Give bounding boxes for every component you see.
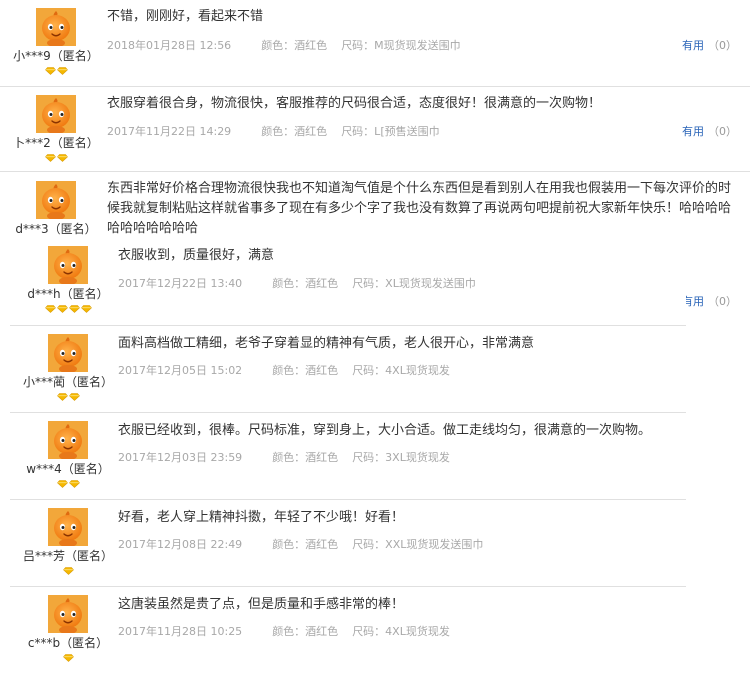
review-text: 面料高档做工精细，老爷子穿着显的精神有气质，老人很开心，非常满意 — [118, 336, 535, 351]
review-color: 颜色：酒红色 — [272, 538, 339, 551]
avatar-icon[interactable] — [48, 508, 88, 546]
diamond-icon — [57, 480, 68, 488]
reviewer-level — [8, 67, 104, 75]
review-meta: 2017年11月28日 10:25 颜色：酒红色 尺码：4XL现货现发 — [118, 623, 464, 639]
diamond-icon — [69, 393, 80, 401]
reviewer-name[interactable]: d***h（匿名） — [20, 287, 116, 302]
review-text: 好看，老人穿上精神抖擞，年轻了不少哦！好看！ — [118, 510, 405, 525]
useful-button[interactable]: 有用 （0） — [682, 123, 737, 139]
review-item: w***4（匿名） 衣服已经收到，很棒。尺码标准，穿到身上，大小合适。做工走线均… — [10, 412, 686, 500]
review-size: 尺码：M现货现发送围巾 — [341, 39, 461, 52]
review-item: d***h（匿名） 衣服收到，质量很好，满意 2017年12月22日 13:40… — [10, 238, 686, 326]
review-text: 不错，刚刚好，看起来不错 — [107, 9, 264, 24]
review-color: 颜色：酒红色 — [272, 451, 339, 464]
review-color: 颜色：酒红色 — [261, 39, 328, 52]
useful-count: （0） — [708, 125, 737, 138]
reviewer: 卜***2（匿名） — [8, 95, 104, 162]
avatar-icon[interactable] — [48, 595, 88, 633]
review-size: 尺码：4XL现货现发 — [352, 364, 450, 377]
review-text: 衣服穿着很合身，物流很快，客服推荐的尺码很合适，态度很好！很满意的一次购物！ — [107, 96, 602, 111]
review-size: 尺码：4XL现货现发 — [352, 625, 450, 638]
review-color: 颜色：酒红色 — [261, 125, 328, 138]
review-text: 东西非常好价格合理物流很快我也不知道淘气值是个什么东西但是看到别人在用我也假装用… — [107, 181, 732, 236]
review-date: 2017年11月28日 10:25 — [118, 625, 243, 638]
review-text: 这唐装虽然是贵了点，但是质量和手感非常的棒！ — [118, 597, 405, 612]
reviewer-name[interactable]: 吕***芳（匿名） — [20, 549, 116, 564]
review-date: 2017年11月22日 14:29 — [107, 125, 232, 138]
avatar-icon[interactable] — [48, 246, 88, 284]
diamond-icon — [63, 654, 74, 662]
reviewer-level — [8, 154, 104, 162]
review-text: 衣服已经收到，很棒。尺码标准，穿到身上，大小合适。做工走线均匀，很满意的一次购物… — [118, 423, 652, 438]
useful-count: （0） — [708, 39, 737, 52]
diamond-icon — [69, 305, 80, 313]
review-meta: 2017年11月22日 14:29 颜色：酒红色 尺码：L[预售送围巾 — [107, 123, 454, 139]
avatar-icon[interactable] — [48, 421, 88, 459]
reviewer-name[interactable]: 小***9（匿名） — [8, 49, 104, 64]
review-meta: 2017年12月08日 22:49 颜色：酒红色 尺码：XXL现货现发送围巾 — [118, 536, 497, 552]
reviewer-name[interactable]: d***3（匿名） — [8, 222, 104, 237]
review-list-overlay: d***h（匿名） 衣服收到，质量很好，满意 2017年12月22日 13:40… — [10, 238, 686, 674]
review-size: 尺码：XXL现货现发送围巾 — [352, 538, 484, 551]
review-meta: 2018年01月28日 12:56 颜色：酒红色 尺码：M现货现发送围巾 — [107, 37, 475, 53]
avatar-icon[interactable] — [36, 181, 76, 219]
reviewer: 小***蔺（匿名） — [20, 334, 116, 401]
useful-label[interactable]: 有用 — [682, 39, 704, 52]
review-meta: 2017年12月05日 15:02 颜色：酒红色 尺码：4XL现货现发 — [118, 362, 464, 378]
review-color: 颜色：酒红色 — [272, 277, 339, 290]
reviewer-level — [20, 654, 116, 662]
review-meta: 2017年12月22日 13:40 颜色：酒红色 尺码：XL现货现发送围巾 — [118, 275, 490, 291]
diamond-icon — [57, 154, 68, 162]
avatar-icon[interactable] — [36, 95, 76, 133]
review-size: 尺码：L[预售送围巾 — [341, 125, 440, 138]
reviewer: c***b（匿名） — [20, 595, 116, 662]
review-date: 2017年12月05日 15:02 — [118, 364, 243, 377]
review-item: 小***蔺（匿名） 面料高档做工精细，老爷子穿着显的精神有气质，老人很开心，非常… — [10, 325, 686, 413]
review-date: 2018年01月28日 12:56 — [107, 39, 232, 52]
review-size: 尺码：XL现货现发送围巾 — [352, 277, 476, 290]
reviewer-level — [20, 393, 116, 401]
reviewer-level — [20, 305, 116, 313]
reviewer: d***3（匿名） — [8, 181, 104, 237]
diamond-icon — [45, 67, 56, 75]
reviewer-name[interactable]: w***4（匿名） — [20, 462, 116, 477]
reviewer-name[interactable]: c***b（匿名） — [20, 636, 116, 651]
review-item: 小***9（匿名） 不错，刚刚好，看起来不错 2018年01月28日 12:56… — [0, 0, 750, 87]
review-size: 尺码：3XL现货现发 — [352, 451, 450, 464]
useful-button[interactable]: 有用 （0） — [682, 293, 737, 309]
useful-count: （0） — [708, 295, 737, 308]
review-text: 衣服收到，质量很好，满意 — [118, 248, 275, 263]
review-meta: 2017年12月03日 23:59 颜色：酒红色 尺码：3XL现货现发 — [118, 449, 464, 465]
reviewer: 吕***芳（匿名） — [20, 508, 116, 575]
review-item: 吕***芳（匿名） 好看，老人穿上精神抖擞，年轻了不少哦！好看！ 2017年12… — [10, 499, 686, 587]
diamond-icon — [45, 154, 56, 162]
diamond-icon — [57, 305, 68, 313]
avatar-icon[interactable] — [36, 8, 76, 46]
review-item: c***b（匿名） 这唐装虽然是贵了点，但是质量和手感非常的棒！ 2017年11… — [10, 586, 686, 674]
review-color: 颜色：酒红色 — [272, 364, 339, 377]
useful-label[interactable]: 有用 — [682, 125, 704, 138]
reviewer: 小***9（匿名） — [8, 8, 104, 75]
avatar-icon[interactable] — [48, 334, 88, 372]
review-date: 2017年12月22日 13:40 — [118, 277, 243, 290]
reviewer-name[interactable]: 小***蔺（匿名） — [20, 375, 116, 390]
reviewer: d***h（匿名） — [20, 246, 116, 313]
review-date: 2017年12月08日 22:49 — [118, 538, 243, 551]
review-color: 颜色：酒红色 — [272, 625, 339, 638]
reviewer: w***4（匿名） — [20, 421, 116, 488]
reviewer-name[interactable]: 卜***2（匿名） — [8, 136, 104, 151]
diamond-icon — [69, 480, 80, 488]
diamond-icon — [45, 305, 56, 313]
reviewer-level — [20, 480, 116, 488]
diamond-icon — [57, 67, 68, 75]
review-date: 2017年12月03日 23:59 — [118, 451, 243, 464]
diamond-icon — [57, 393, 68, 401]
diamond-icon — [63, 567, 74, 575]
review-item: 卜***2（匿名） 衣服穿着很合身，物流很快，客服推荐的尺码很合适，态度很好！很… — [0, 86, 750, 172]
reviewer-level — [20, 567, 116, 575]
diamond-icon — [81, 305, 92, 313]
useful-button[interactable]: 有用 （0） — [682, 37, 737, 53]
